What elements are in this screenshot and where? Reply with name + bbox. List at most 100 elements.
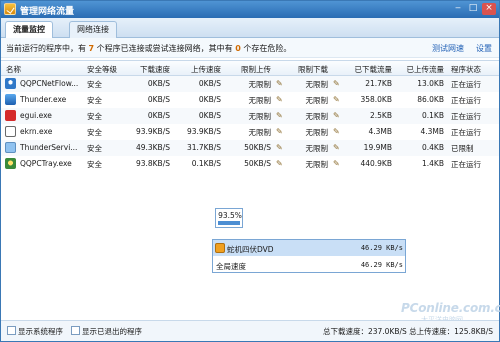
uploaded-total: 0.1KB: [422, 111, 444, 120]
watermark-brand: PConline.com.cn: [401, 301, 500, 315]
security-level: 安全: [87, 96, 102, 105]
edit-download-limit-icon[interactable]: ✎: [333, 95, 340, 104]
upload-speed: 0.1KB/S: [191, 159, 221, 168]
show-exited-label[interactable]: 显示已退出的程序: [82, 326, 142, 337]
uploaded-total: 4.3MB: [420, 127, 444, 136]
minimize-button[interactable]: ‒: [451, 3, 465, 15]
upload-speed: 31.7KB/S: [186, 143, 221, 152]
upload-speed: 0KB/S: [198, 79, 221, 88]
edit-upload-limit-icon[interactable]: ✎: [276, 159, 283, 168]
process-name: QQPCNetFlow...: [20, 79, 79, 88]
floating-global-row: 全局速度 46.29 KB/s: [213, 257, 405, 273]
floating-usage-bar: [218, 221, 240, 225]
edit-download-limit-icon[interactable]: ✎: [333, 127, 340, 136]
process-name: Thunder.exe: [20, 95, 67, 104]
process-status: 正在运行: [451, 128, 481, 137]
title-bar: 管理网络流量 ‒ □ ×: [1, 1, 499, 18]
download-speed: 93.8KB/S: [135, 159, 170, 168]
uploaded-total: 0.4KB: [422, 143, 444, 152]
summary-text: 当前运行的程序中，有 7 个程序已连接或尝试连接网络，其中有 0 个存在危险。: [6, 43, 291, 54]
upload-limit: 无限制: [248, 96, 272, 105]
traffic-table: 名称 安全等级 下载速度 上传速度 限制上传 限制下载 已下载流量 已上传流量 …: [1, 60, 499, 172]
show-exited-checkbox[interactable]: [71, 326, 80, 335]
download-limit: 无限制: [305, 160, 329, 169]
col-limit-upload[interactable]: 限制上传: [229, 64, 271, 75]
status-footer: 显示系统程序 显示已退出的程序 总下载速度：237.0KB/S 总上传速度：12…: [1, 320, 499, 341]
download-speed: 0KB/S: [147, 111, 170, 120]
edit-download-limit-icon[interactable]: ✎: [333, 79, 340, 88]
edit-download-limit-icon[interactable]: ✎: [333, 111, 340, 120]
tab-network-connections[interactable]: 网络连接: [69, 21, 117, 38]
table-row[interactable]: Thunder.exe 安全 0KB/S 0KB/S 无限制 ✎ 无限制 ✎ 3…: [1, 92, 499, 108]
col-download-speed[interactable]: 下载速度: [128, 64, 170, 75]
col-name[interactable]: 名称: [6, 64, 81, 75]
col-uploaded[interactable]: 已上传流量: [396, 64, 445, 75]
downloaded-total: 2.5KB: [370, 111, 392, 120]
security-level: 安全: [87, 160, 102, 169]
downloaded-total: 4.3MB: [368, 127, 392, 136]
download-speed: 0KB/S: [147, 79, 170, 88]
maximize-button[interactable]: □: [466, 3, 480, 15]
process-name: ThunderServi...: [20, 143, 78, 152]
download-limit: 无限制: [305, 144, 329, 153]
test-speed-link[interactable]: 测试网速: [432, 43, 464, 54]
show-system-checkbox[interactable]: [7, 326, 16, 335]
edit-upload-limit-icon[interactable]: ✎: [276, 111, 283, 120]
table-row[interactable]: QQPCTray.exe 安全 93.8KB/S 0.1KB/S 50KB/S …: [1, 156, 499, 172]
download-speed: 0KB/S: [147, 95, 170, 104]
process-status: 正在运行: [451, 112, 481, 121]
col-upload-speed[interactable]: 上传速度: [171, 64, 221, 75]
floating-global-speed: 46.29 KB/s: [360, 261, 403, 269]
upload-speed: 0KB/S: [198, 95, 221, 104]
process-status: 正在运行: [451, 96, 481, 105]
process-name: ekrn.exe: [20, 127, 53, 136]
thunder-icon: [5, 94, 16, 105]
connected-count: 7: [88, 44, 95, 53]
table-row[interactable]: ekrn.exe 安全 93.9KB/S 93.9KB/S 无限制 ✎ 无限制 …: [1, 124, 499, 140]
process-name: QQPCTray.exe: [20, 159, 72, 168]
process-status: 正在运行: [451, 160, 481, 169]
table-row[interactable]: egui.exe 安全 0KB/S 0KB/S 无限制 ✎ 无限制 ✎ 2.5K…: [1, 108, 499, 124]
ekrn-icon: [5, 126, 16, 137]
danger-count: 0: [235, 44, 241, 53]
edit-upload-limit-icon[interactable]: ✎: [276, 143, 283, 152]
floating-speed-panel: 蛇机四伏DVD 46.29 KB/s 全局速度 46.29 KB/s: [212, 239, 406, 273]
download-limit: 无限制: [305, 80, 329, 89]
app-window: 管理网络流量 ‒ □ × 流量监控 网络连接 当前运行的程序中，有 7 个程序已…: [0, 0, 500, 342]
floating-app-speed: 46.29 KB/s: [360, 244, 403, 252]
table-row[interactable]: QQPCNetFlow... 安全 0KB/S 0KB/S 无限制 ✎ 无限制 …: [1, 76, 499, 92]
download-speed: 93.9KB/S: [135, 127, 170, 136]
downloaded-total: 19.9MB: [363, 143, 392, 152]
upload-speed: 0KB/S: [198, 111, 221, 120]
tab-bar: 流量监控 网络连接: [1, 18, 499, 39]
col-limit-download[interactable]: 限制下载: [286, 64, 328, 75]
uploaded-total: 13.0KB: [417, 79, 444, 88]
edit-upload-limit-icon[interactable]: ✎: [276, 127, 283, 136]
uploaded-total: 86.0KB: [417, 95, 444, 104]
thunder-service-icon: [5, 142, 16, 153]
col-downloaded[interactable]: 已下载流量: [342, 64, 393, 75]
floating-global-label: 全局速度: [216, 262, 246, 271]
process-status: 正在运行: [451, 80, 481, 89]
upload-limit: 50KB/S: [244, 159, 271, 168]
summary-suffix: 个存在危险。: [243, 44, 292, 53]
show-system-label[interactable]: 显示系统程序: [18, 326, 63, 337]
security-level: 安全: [87, 80, 102, 89]
col-status[interactable]: 程序状态: [451, 64, 495, 75]
floating-app-name: 蛇机四伏DVD: [227, 245, 274, 254]
downloaded-total: 440.9KB: [360, 159, 392, 168]
upload-limit: 无限制: [248, 128, 272, 137]
security-level: 安全: [87, 144, 102, 153]
edit-upload-limit-icon[interactable]: ✎: [276, 95, 283, 104]
qqpctray-icon: [5, 158, 16, 169]
table-row[interactable]: ThunderServi... 安全 49.3KB/S 31.7KB/S 50K…: [1, 140, 499, 156]
tab-traffic-monitor[interactable]: 流量监控: [5, 21, 53, 39]
download-limit: 无限制: [305, 112, 329, 121]
close-button[interactable]: ×: [482, 3, 496, 15]
settings-link[interactable]: 设置: [476, 43, 492, 54]
edit-download-limit-icon[interactable]: ✎: [333, 159, 340, 168]
edit-upload-limit-icon[interactable]: ✎: [276, 79, 283, 88]
col-security[interactable]: 安全等级: [87, 64, 127, 75]
edit-download-limit-icon[interactable]: ✎: [333, 143, 340, 152]
floating-speed-indicator[interactable]: 93.5%: [215, 208, 243, 228]
